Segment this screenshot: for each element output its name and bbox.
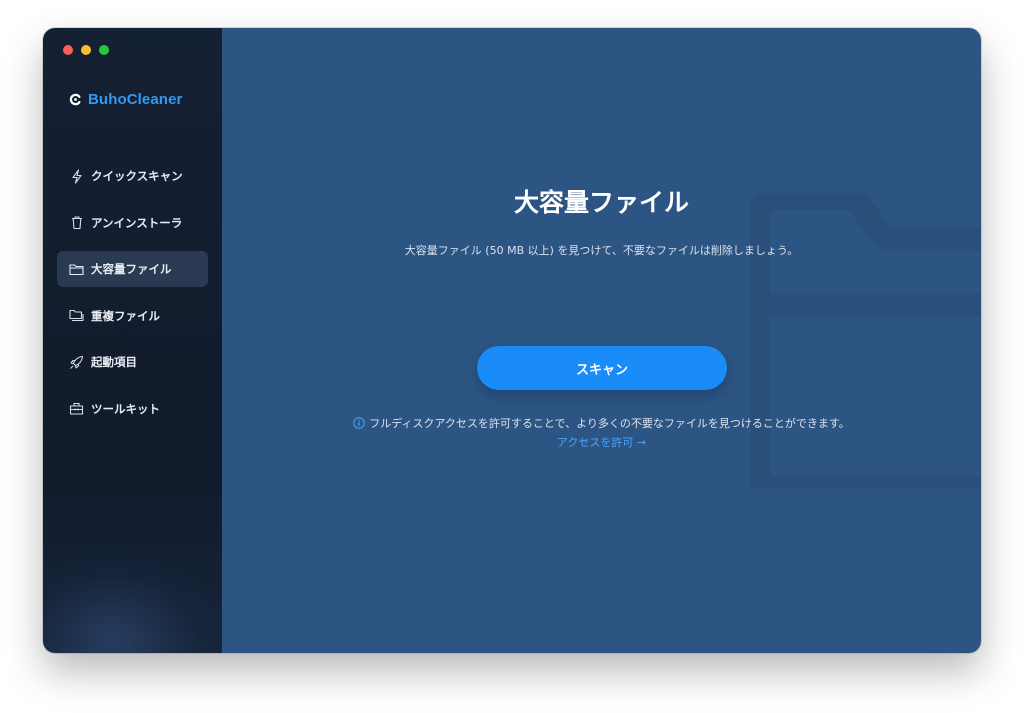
- duplicate-folder-icon: [69, 308, 84, 323]
- sidebar-item-label: 大容量ファイル: [91, 262, 172, 276]
- minimize-window-button[interactable]: [81, 45, 91, 55]
- notice-text: フルディスクアクセスを許可することで、より多くの不要なファイルを見つけることがで…: [369, 417, 850, 430]
- window-controls: [63, 45, 109, 55]
- sidebar-item-label: 起動項目: [91, 355, 137, 369]
- zoom-window-button[interactable]: [99, 45, 109, 55]
- buho-logo-icon: [69, 93, 81, 106]
- app-name: BuhoCleaner: [88, 91, 183, 108]
- folder-icon: [69, 262, 84, 277]
- sidebar: BuhoCleaner クイックスキャン アンインストーラ 大容量ファイル 重複…: [43, 28, 222, 653]
- sidebar-item-quick-scan[interactable]: クイックスキャン: [57, 158, 208, 194]
- allow-access-link[interactable]: アクセスを許可 →: [222, 434, 981, 450]
- sidebar-item-duplicates[interactable]: 重複ファイル: [57, 298, 208, 334]
- close-window-button[interactable]: [63, 45, 73, 55]
- sidebar-item-label: ツールキット: [91, 401, 160, 416]
- trash-icon: [69, 215, 84, 230]
- sidebar-nav: クイックスキャン アンインストーラ 大容量ファイル 重複ファイル 起動項目 ツー…: [57, 158, 208, 437]
- sidebar-item-toolkit[interactable]: ツールキット: [57, 391, 208, 427]
- sidebar-item-label: アンインストーラ: [91, 215, 183, 230]
- toolbox-icon: [69, 401, 84, 416]
- scan-button[interactable]: スキャン: [477, 346, 727, 390]
- lightning-icon: [69, 168, 84, 184]
- sidebar-item-label: クイックスキャン: [91, 169, 183, 183]
- page-title: 大容量ファイル: [513, 188, 689, 217]
- app-window: BuhoCleaner クイックスキャン アンインストーラ 大容量ファイル 重複…: [43, 28, 981, 653]
- sidebar-item-large-files[interactable]: 大容量ファイル: [57, 251, 208, 287]
- page-subtitle: 大容量ファイル (50 MB 以上) を見つけて、不要なファイルは削除しましょう…: [404, 244, 799, 257]
- rocket-icon: [69, 355, 84, 370]
- full-disk-access-notice: フルディスクアクセスを許可することで、より多くの不要なファイルを見つけることがで…: [222, 415, 981, 431]
- app-logo: BuhoCleaner: [69, 91, 182, 108]
- main-panel: 大容量ファイル 大容量ファイル (50 MB 以上) を見つけて、不要なファイル…: [222, 28, 981, 653]
- sidebar-item-label: 重複ファイル: [91, 308, 160, 323]
- info-icon: [353, 417, 365, 429]
- sidebar-item-uninstaller[interactable]: アンインストーラ: [57, 205, 208, 241]
- sidebar-item-startup-items[interactable]: 起動項目: [57, 344, 208, 380]
- sidebar-glow: [43, 543, 222, 653]
